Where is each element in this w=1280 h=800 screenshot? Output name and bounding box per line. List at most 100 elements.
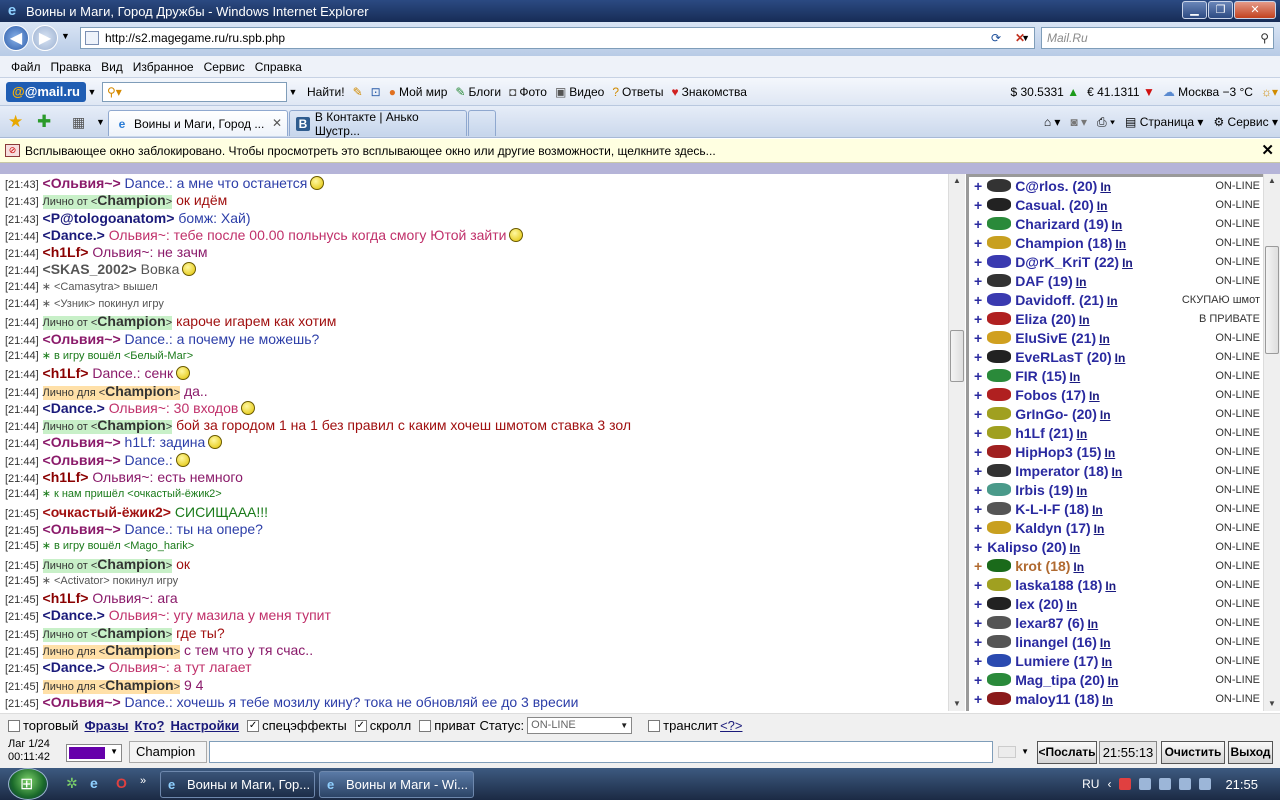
text-color-select[interactable]: ▼ — [66, 744, 122, 762]
user-name[interactable]: DAF (19) — [1015, 273, 1073, 289]
add-favorite-icon[interactable]: ✚ — [37, 112, 51, 132]
user-list-item[interactable]: + GrInGo- (20) In ON-LINE — [969, 405, 1263, 424]
user-info-link[interactable]: In — [1070, 370, 1081, 384]
recipient-nick[interactable]: Champion — [129, 741, 207, 763]
link-photo[interactable]: ◘ Фото — [509, 85, 547, 99]
user-info-link[interactable]: In — [1073, 560, 1084, 574]
feeds-icon[interactable]: ◙ ▾ — [1070, 115, 1087, 129]
chat-nick[interactable]: <h1Lf> — [43, 244, 89, 260]
private-checkbox[interactable] — [419, 719, 432, 732]
minimize-button[interactable]: ▁ — [1182, 1, 1207, 19]
expand-plus-icon[interactable]: + — [974, 330, 982, 346]
user-name[interactable]: D@rK_KriT (22) — [1015, 254, 1119, 270]
user-info-link[interactable]: In — [1097, 199, 1108, 213]
chat-nick[interactable]: Champion — [97, 625, 165, 641]
menu-edit[interactable]: Правка — [46, 60, 97, 74]
user-name[interactable]: Casual. (20) — [1015, 197, 1094, 213]
user-name[interactable]: GrInGo- (20) — [1015, 406, 1097, 422]
expand-plus-icon[interactable]: + — [974, 387, 982, 403]
chat-nick[interactable]: <h1Lf> — [43, 469, 89, 485]
search-icon[interactable]: ⚲ — [1260, 28, 1269, 48]
tray-network-icon[interactable] — [1159, 778, 1172, 790]
close-window-button[interactable]: ✕ — [1234, 1, 1276, 19]
expand-plus-icon[interactable]: + — [974, 558, 982, 574]
tray-expand-icon[interactable]: ‹ — [1107, 777, 1111, 791]
user-name[interactable]: Imperator (18) — [1015, 463, 1108, 479]
taskbar-window-1[interactable]: e Воины и Маги, Гор... — [160, 771, 315, 798]
chat-nick[interactable]: <Dance.> — [43, 659, 105, 675]
tray-opera-icon[interactable] — [1119, 778, 1132, 790]
url-field[interactable]: http://s2.magegame.ru/ru.spb.php ▼ — [80, 27, 1035, 49]
link-answers[interactable]: ? Ответы — [612, 85, 663, 99]
message-input[interactable] — [209, 741, 993, 763]
chat-scrollbar[interactable]: ▲ ▼ — [948, 174, 965, 711]
user-list-item[interactable]: + Imperator (18) In ON-LINE — [969, 462, 1263, 481]
tools-menu[interactable]: ⚙ Сервис ▾ — [1213, 115, 1278, 129]
expand-plus-icon[interactable]: + — [974, 406, 982, 422]
user-name[interactable]: krot (18) — [1015, 558, 1070, 574]
start-button[interactable]: ⊞ — [8, 768, 48, 800]
user-list-item[interactable]: + Kalipso (20) In ON-LINE — [969, 538, 1263, 557]
user-info-link[interactable]: In — [1101, 655, 1112, 669]
expand-plus-icon[interactable]: + — [974, 653, 982, 669]
user-info-link[interactable]: In — [1115, 351, 1126, 365]
menu-file[interactable]: Файл — [6, 60, 46, 74]
chat-nick[interactable]: <Ольвия~> — [43, 521, 121, 537]
tray-volume-icon[interactable] — [1179, 778, 1192, 790]
exit-button[interactable]: Выход — [1228, 741, 1273, 764]
taskbar-window-2[interactable]: e Воины и Маги - Wi... — [319, 771, 474, 798]
menu-view[interactable]: Вид — [96, 60, 128, 74]
mailru-logo[interactable]: @@mail.ru — [6, 81, 86, 102]
expand-plus-icon[interactable]: + — [974, 197, 982, 213]
tab-magegame[interactable]: e Воины и Маги, Город ... ✕ — [108, 110, 288, 136]
userlist-scroll-thumb[interactable] — [1265, 246, 1279, 354]
toolbar-search-input[interactable]: ⚲▾ — [102, 81, 287, 102]
user-name[interactable]: lexar87 (6) — [1015, 615, 1084, 631]
chat-nick[interactable]: <очкастый-ёжик2> — [43, 504, 171, 520]
chat-nick[interactable]: <Ольвия~> — [43, 694, 121, 710]
user-info-link[interactable]: In — [1066, 598, 1077, 612]
user-list-item[interactable]: + K-L-I-F (18) In ON-LINE — [969, 500, 1263, 519]
chat-nick[interactable]: <Dance.> — [43, 227, 105, 243]
user-info-link[interactable]: In — [1107, 294, 1118, 308]
user-info-link[interactable]: In — [1112, 218, 1123, 232]
user-name[interactable]: EluSivE (21) — [1015, 330, 1096, 346]
user-list-item[interactable]: + krot (18) In ON-LINE — [969, 557, 1263, 576]
chat-nick[interactable]: <Ольвия~> — [43, 331, 121, 347]
user-info-link[interactable]: In — [1122, 256, 1133, 270]
expand-plus-icon[interactable]: + — [974, 425, 982, 441]
expand-plus-icon[interactable]: + — [974, 178, 982, 194]
find-button[interactable]: Найти! — [307, 85, 345, 99]
user-info-link[interactable]: In — [1087, 617, 1098, 631]
expand-plus-icon[interactable]: + — [974, 615, 982, 631]
expand-plus-icon[interactable]: + — [974, 235, 982, 251]
expand-plus-icon[interactable]: + — [974, 482, 982, 498]
send-button[interactable]: <Послать — [1037, 741, 1097, 764]
scroll-up-icon[interactable]: ▲ — [949, 174, 965, 188]
page-menu[interactable]: ▤ Страница ▾ — [1125, 115, 1203, 129]
user-info-link[interactable]: In — [1089, 389, 1100, 403]
toolbar-search-dropdown-icon[interactable]: ▼ — [287, 87, 299, 97]
user-list-item[interactable]: + Eliza (20) In В ПРИВАТЕ — [969, 310, 1263, 329]
user-list-item[interactable]: + Kaldyn (17) In ON-LINE — [969, 519, 1263, 538]
history-dropdown-icon[interactable]: ▼ — [61, 31, 70, 41]
user-name[interactable]: C@rlos. (20) — [1015, 178, 1097, 194]
user-info-link[interactable]: In — [1079, 313, 1090, 327]
chat-nick[interactable]: Champion — [105, 677, 173, 693]
trade-checkbox[interactable] — [8, 719, 20, 732]
expand-plus-icon[interactable]: + — [974, 539, 982, 555]
chat-nick[interactable]: Champion — [97, 192, 165, 208]
user-list-item[interactable]: + laska188 (18) In ON-LINE — [969, 576, 1263, 595]
clear-button[interactable]: Очистить — [1161, 741, 1225, 764]
chat-nick[interactable]: Champion — [105, 642, 173, 658]
user-info-link[interactable]: In — [1115, 237, 1126, 251]
user-info-link[interactable]: In — [1105, 446, 1116, 460]
quicklaunch-app-icon[interactable]: ✲ — [66, 775, 78, 792]
back-button[interactable]: ◀ — [3, 25, 29, 51]
user-info-link[interactable]: In — [1099, 332, 1110, 346]
toolbar-more-icon[interactable]: ☼▾ — [1261, 85, 1278, 99]
refresh-icon[interactable]: ⟳ — [985, 27, 1007, 49]
user-name[interactable]: K-L-I-F (18) — [1015, 501, 1089, 517]
language-indicator[interactable]: RU — [1082, 777, 1099, 791]
expand-plus-icon[interactable]: + — [974, 349, 982, 365]
